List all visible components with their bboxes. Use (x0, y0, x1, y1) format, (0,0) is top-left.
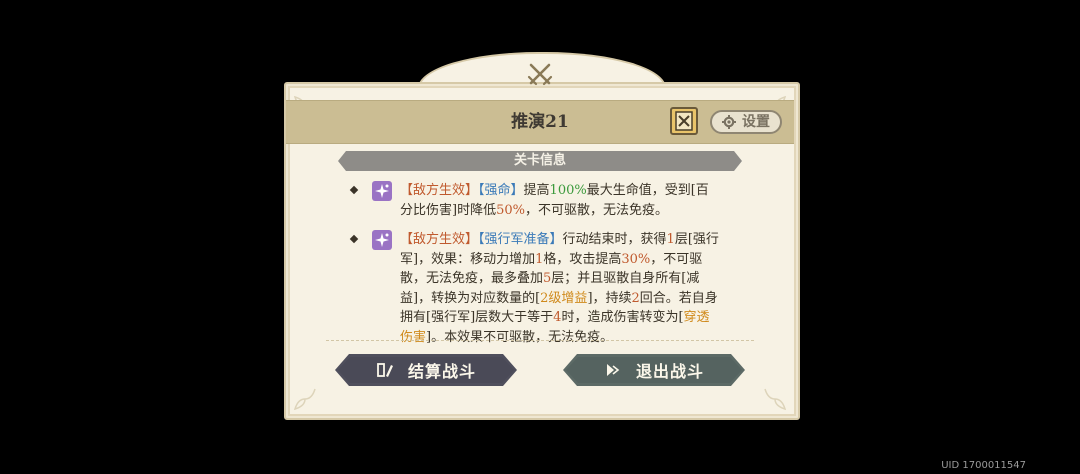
buff-sparkle-icon (372, 181, 392, 201)
book-icon (675, 111, 693, 131)
settings-button[interactable]: 设置 (710, 110, 782, 134)
book-button[interactable] (670, 107, 698, 135)
divider (326, 340, 754, 341)
exit-battle-label: 退出战斗 (635, 362, 704, 381)
buff-sparkle-icon (372, 230, 392, 250)
buff-entry: 【敌方生效】【强行军准备】行动结束时，获得1层[强行军]，效果：移动力增加1格，… (346, 230, 726, 345)
settle-battle-label: 结算战斗 (407, 362, 476, 381)
corner-ornament-icon (764, 388, 787, 411)
buff-description: 【敌方生效】【强命】提高100%最大生命值，受到[百分比伤害]时降低50%，不可… (400, 183, 709, 218)
notes-icon (376, 361, 394, 379)
crossed-swords-icon (527, 63, 553, 86)
play-arrows-icon (604, 361, 622, 379)
buff-description: 【敌方生效】【强行军准备】行动结束时，获得1层[强行军]，效果：移动力增加1格，… (400, 232, 719, 345)
settings-label: 设置 (742, 114, 770, 130)
settle-battle-button[interactable]: 结算战斗 (335, 354, 517, 386)
user-id-label: UID 1700011547 (941, 460, 1026, 471)
buff-entry: 【敌方生效】【强命】提高100%最大生命值，受到[百分比伤害]时降低50%，不可… (346, 181, 726, 221)
section-title: 关卡信息 (513, 153, 566, 168)
corner-ornament-icon (293, 388, 316, 411)
exit-battle-button[interactable]: 退出战斗 (563, 354, 745, 386)
dialog-title: 推演21 (511, 112, 569, 132)
bullet-diamond-icon (349, 234, 359, 244)
bullet-diamond-icon (349, 185, 359, 195)
gear-icon (722, 115, 736, 129)
